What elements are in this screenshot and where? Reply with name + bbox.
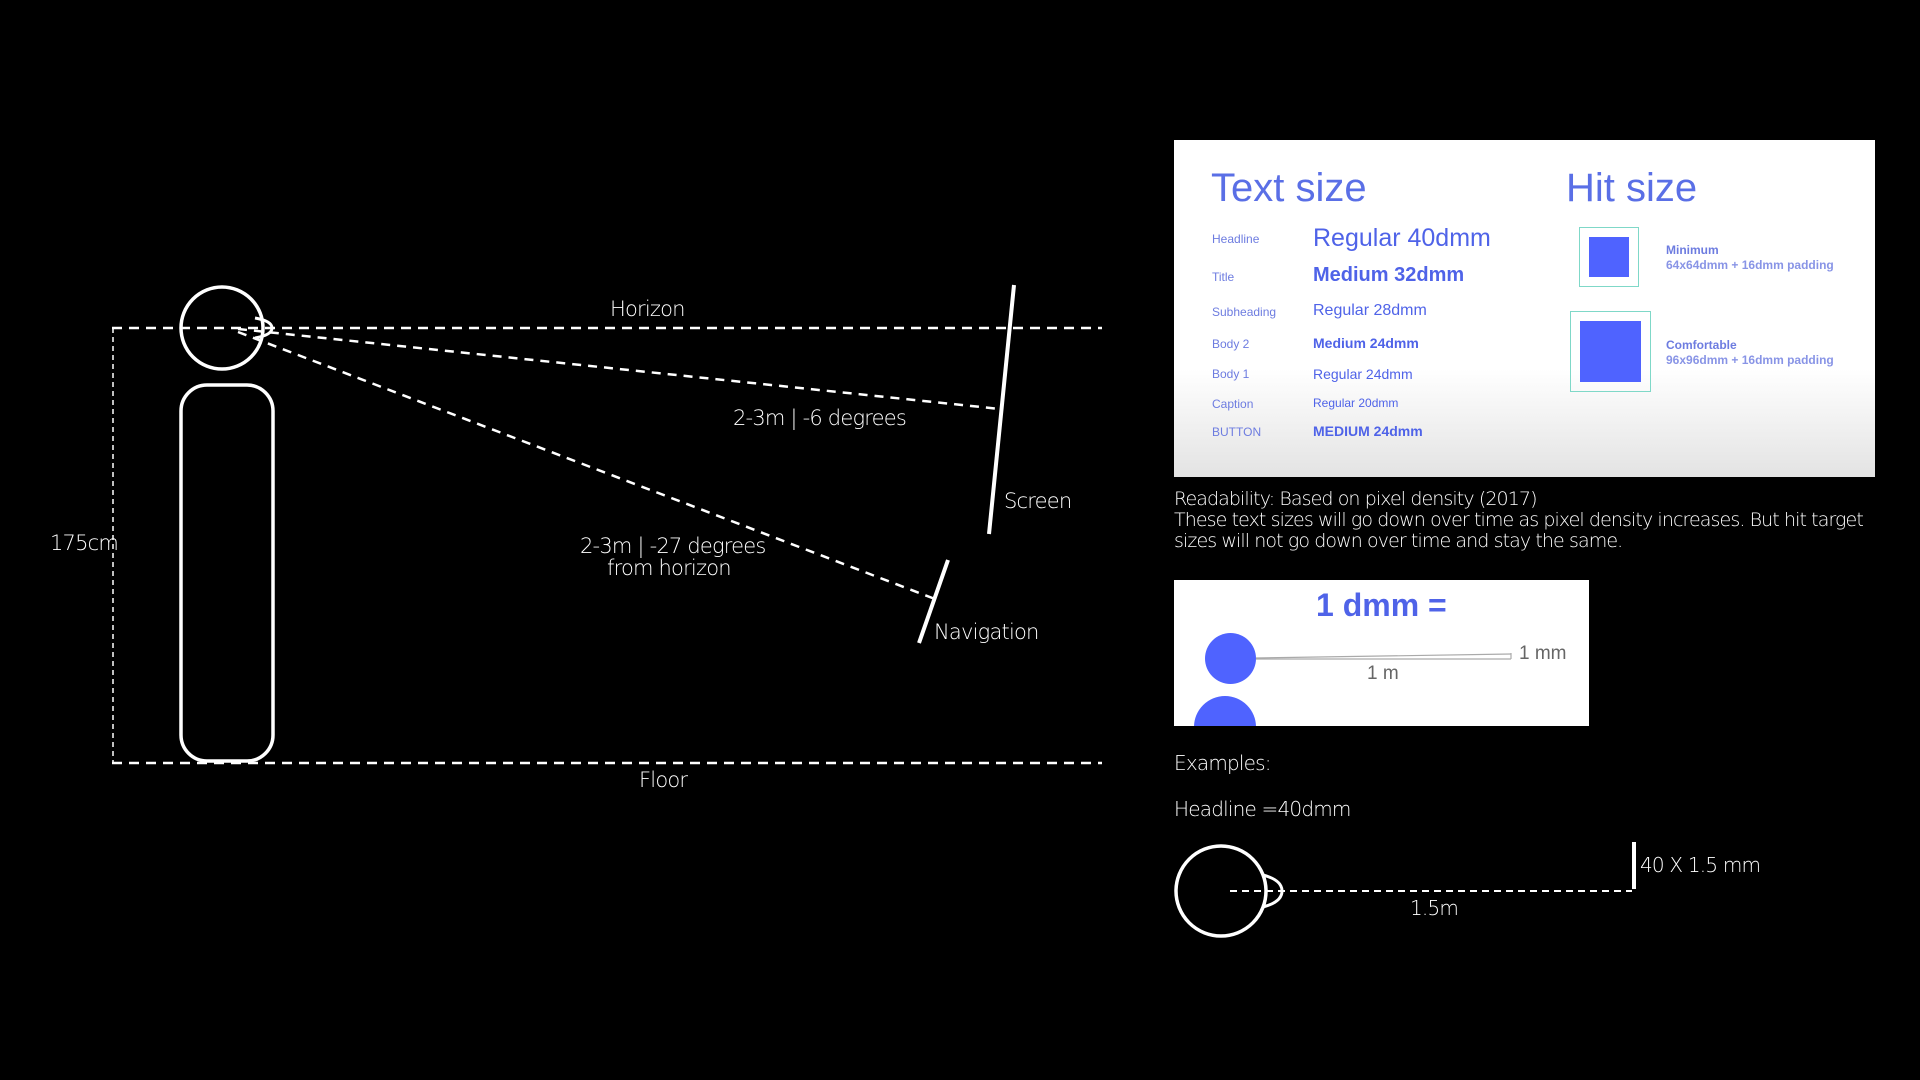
ts-name-body2: Body 2: [1212, 337, 1250, 351]
example-size-label: 40 X 1.5 mm: [1640, 853, 1761, 877]
dmm-definition-card: 1 dmm = 1 m 1 mm: [1174, 580, 1589, 726]
ts-value-button: MEDIUM 24dmm: [1313, 423, 1423, 439]
hit-target-comfortable: [1570, 311, 1651, 392]
ts-name-caption: Caption: [1212, 397, 1254, 411]
text-size-card: Text size Headline Regular 40dmm Title M…: [1174, 140, 1875, 477]
ts-value-headline: Regular 40dmm: [1313, 224, 1491, 252]
examples-heading: Examples:: [1174, 751, 1272, 775]
hit-size-heading: Hit size: [1566, 166, 1698, 210]
screen-label: Screen: [1004, 489, 1072, 513]
ts-value-subheading: Regular 28dmm: [1313, 302, 1427, 319]
floor-label: Floor: [639, 768, 688, 792]
ts-name-subheading: Subheading: [1212, 305, 1277, 319]
screen-angle-label: 2-3m | -6 degrees: [733, 406, 907, 430]
navigation-sightline: [237, 330, 936, 601]
dmm-size-label: 1 mm: [1519, 643, 1567, 664]
dmm-distance-label: 1 m: [1367, 663, 1399, 684]
headline-example-label: Headline =40dmm: [1174, 797, 1351, 821]
text-size-heading: Text size: [1211, 166, 1367, 210]
navigation-angle-sublabel: from horizon: [607, 556, 732, 580]
height-label: 175cm: [50, 531, 119, 555]
navigation-angle-label: 2-3m | -27 degrees: [580, 534, 766, 558]
readability-body: These text sizes will go down over time …: [1174, 509, 1864, 552]
hit-target-minimum: [1579, 227, 1639, 287]
screen-sightline: [237, 327, 1001, 411]
ts-value-body1: Regular 24dmm: [1313, 366, 1413, 382]
horizon-label: Horizon: [610, 297, 685, 321]
hit-minimum-desc: 64x64dmm + 16dmm padding: [1666, 258, 1834, 272]
hit-target-minimum-fill: [1589, 237, 1629, 277]
navigation-label: Navigation: [934, 620, 1039, 644]
hit-comfortable-desc: 96x96dmm + 16dmm padding: [1666, 353, 1834, 367]
ts-value-caption: Regular 20dmm: [1313, 396, 1399, 410]
ts-name-headline: Headline: [1212, 232, 1260, 246]
ts-value-title: Medium 32dmm: [1313, 264, 1465, 286]
ts-name-body1: Body 1: [1212, 367, 1250, 381]
person-body: [179, 383, 275, 763]
hit-minimum-title: Minimum: [1666, 243, 1719, 257]
example-eye: [1174, 844, 1268, 938]
ts-name-button: BUTTON: [1212, 425, 1262, 439]
readability-title: Readability: Based on pixel density (201…: [1174, 488, 1538, 510]
hit-target-comfortable-fill: [1580, 321, 1641, 382]
readability-note: Readability: Based on pixel density (201…: [1174, 489, 1894, 552]
ts-name-title: Title: [1212, 270, 1235, 284]
example-distance-label: 1.5m: [1410, 896, 1459, 920]
ts-value-body2: Medium 24dmm: [1313, 335, 1419, 351]
hit-comfortable-title: Comfortable: [1666, 338, 1737, 352]
